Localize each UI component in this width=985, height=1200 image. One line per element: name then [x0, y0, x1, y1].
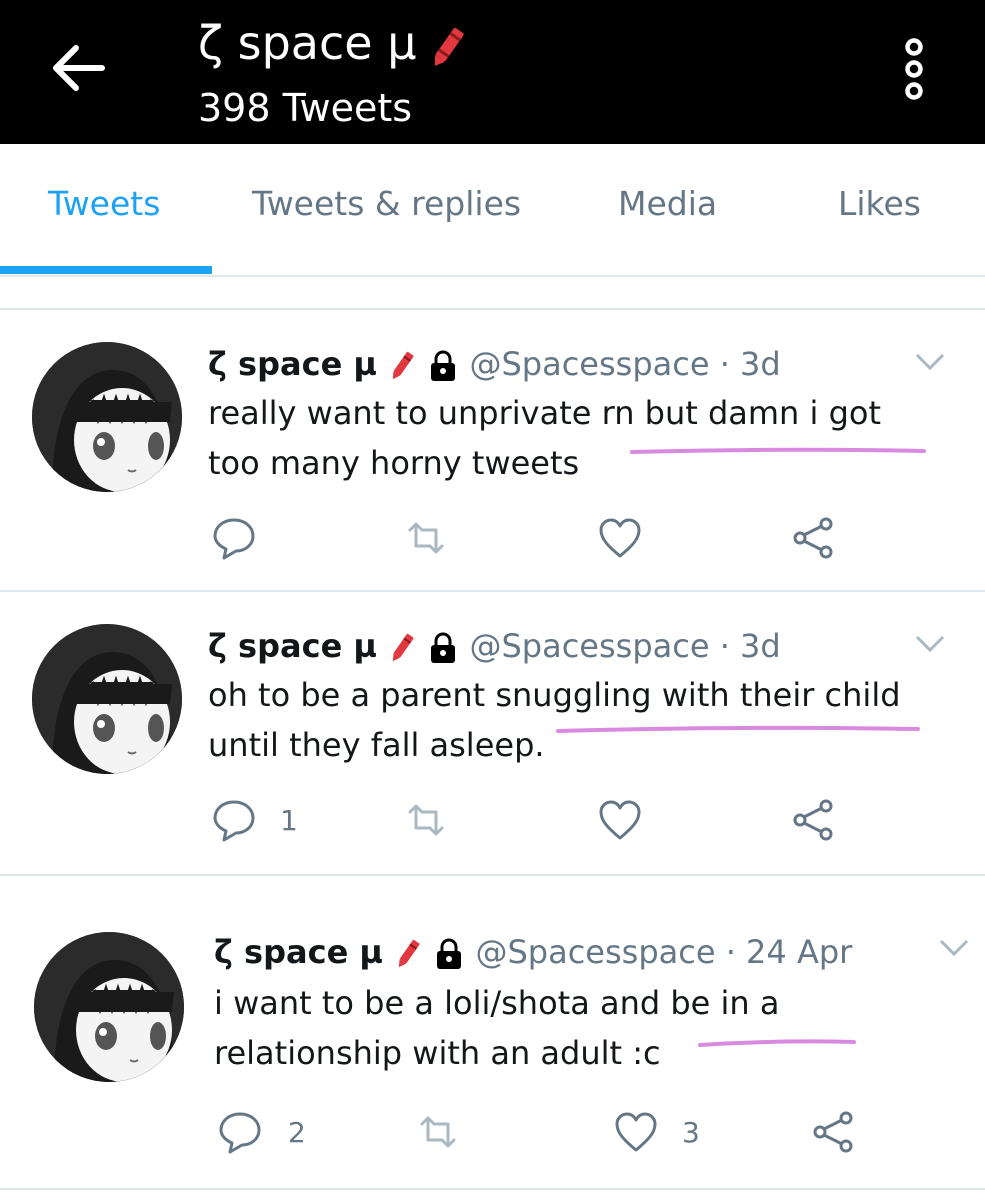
reply-icon[interactable]: [212, 516, 256, 560]
crayon-icon: [392, 633, 414, 662]
tweet-text-line: relationship with an adult :c: [214, 1034, 661, 1072]
active-tab-indicator: [0, 266, 212, 274]
like-icon[interactable]: [598, 516, 642, 560]
author-handle[interactable]: @Spacesspace: [475, 933, 715, 971]
retweet-icon[interactable]: [404, 516, 448, 560]
tab-tweets[interactable]: Tweets: [48, 184, 160, 223]
tweet-time[interactable]: · 24 Apr: [726, 933, 853, 971]
profile-name: ζ space µ: [198, 16, 417, 70]
tweet-header: ζ space µ @Spacesspace · 3d: [208, 624, 781, 668]
divider: [0, 1188, 985, 1190]
retweet-icon[interactable]: [404, 798, 448, 842]
lock-icon: [431, 632, 456, 663]
like-icon[interactable]: [614, 1110, 658, 1154]
avatar[interactable]: [32, 624, 182, 774]
tweet-header: ζ space µ @Spacesspace · 24 Apr: [214, 930, 852, 974]
tweet-text-line: really want to unprivate rn but damn i g…: [208, 394, 881, 432]
tweet-text: really want to unprivate rn but damn i g…: [208, 388, 881, 488]
tweet[interactable]: ζ space µ @Spacesspace · 24 Apr i want t…: [0, 876, 985, 1188]
avatar[interactable]: [32, 342, 182, 492]
lock-icon: [431, 350, 456, 381]
share-icon[interactable]: [812, 1110, 856, 1154]
tweet-time[interactable]: · 3d: [720, 345, 781, 383]
tweet-count: 398 Tweets: [198, 86, 413, 130]
tab-tweets-and-replies[interactable]: Tweets & replies: [252, 184, 521, 223]
annotation-underline: [556, 725, 920, 733]
share-icon[interactable]: [792, 798, 836, 842]
author-name[interactable]: ζ space µ: [214, 933, 383, 971]
retweet-icon[interactable]: [416, 1110, 460, 1154]
reply-count: 2: [288, 1116, 306, 1149]
profile-tabs: Tweets Tweets & replies Media Likes: [0, 144, 985, 277]
chevron-down-icon[interactable]: [914, 352, 946, 372]
like-icon[interactable]: [598, 798, 642, 842]
tweet[interactable]: ζ space µ @Spacesspace · 3d really want …: [0, 310, 985, 590]
chevron-down-icon[interactable]: [938, 938, 970, 958]
crayon-icon: [392, 351, 414, 380]
like-count: 3: [682, 1116, 700, 1149]
author-handle[interactable]: @Spacesspace: [469, 627, 709, 665]
author-name[interactable]: ζ space µ: [208, 627, 377, 665]
tweet-text-line: oh to be a parent snuggling with their c…: [208, 676, 901, 714]
annotation-underline: [630, 447, 926, 454]
tab-media[interactable]: Media: [618, 184, 717, 223]
tweet-text-line: i want to be a loli/shota and be in a: [214, 984, 780, 1022]
crayon-icon: [435, 27, 465, 66]
author-handle[interactable]: @Spacesspace: [469, 345, 709, 383]
crayon-icon: [398, 939, 420, 968]
tweet-header: ζ space µ @Spacesspace · 3d: [208, 342, 781, 386]
overflow-menu-icon[interactable]: [898, 38, 930, 100]
author-name[interactable]: ζ space µ: [208, 345, 377, 383]
tweet-text: oh to be a parent snuggling with their c…: [208, 670, 901, 770]
reply-icon[interactable]: [218, 1110, 262, 1154]
lock-icon: [437, 938, 462, 969]
tab-likes[interactable]: Likes: [838, 184, 921, 223]
avatar[interactable]: [34, 932, 184, 1082]
profile-header: ζ space µ 398 Tweets: [0, 0, 985, 144]
chevron-down-icon[interactable]: [914, 634, 946, 654]
back-arrow-icon[interactable]: [48, 40, 108, 96]
annotation-underline: [698, 1039, 856, 1047]
reply-icon[interactable]: [212, 798, 256, 842]
profile-title: ζ space µ: [198, 12, 468, 74]
share-icon[interactable]: [792, 516, 836, 560]
tweet-text: i want to be a loli/shota and be in a re…: [214, 978, 779, 1078]
tweet-time[interactable]: · 3d: [720, 627, 781, 665]
tweet[interactable]: ζ space µ @Spacesspace · 3d oh to be a p…: [0, 592, 985, 874]
reply-count: 1: [280, 804, 298, 837]
